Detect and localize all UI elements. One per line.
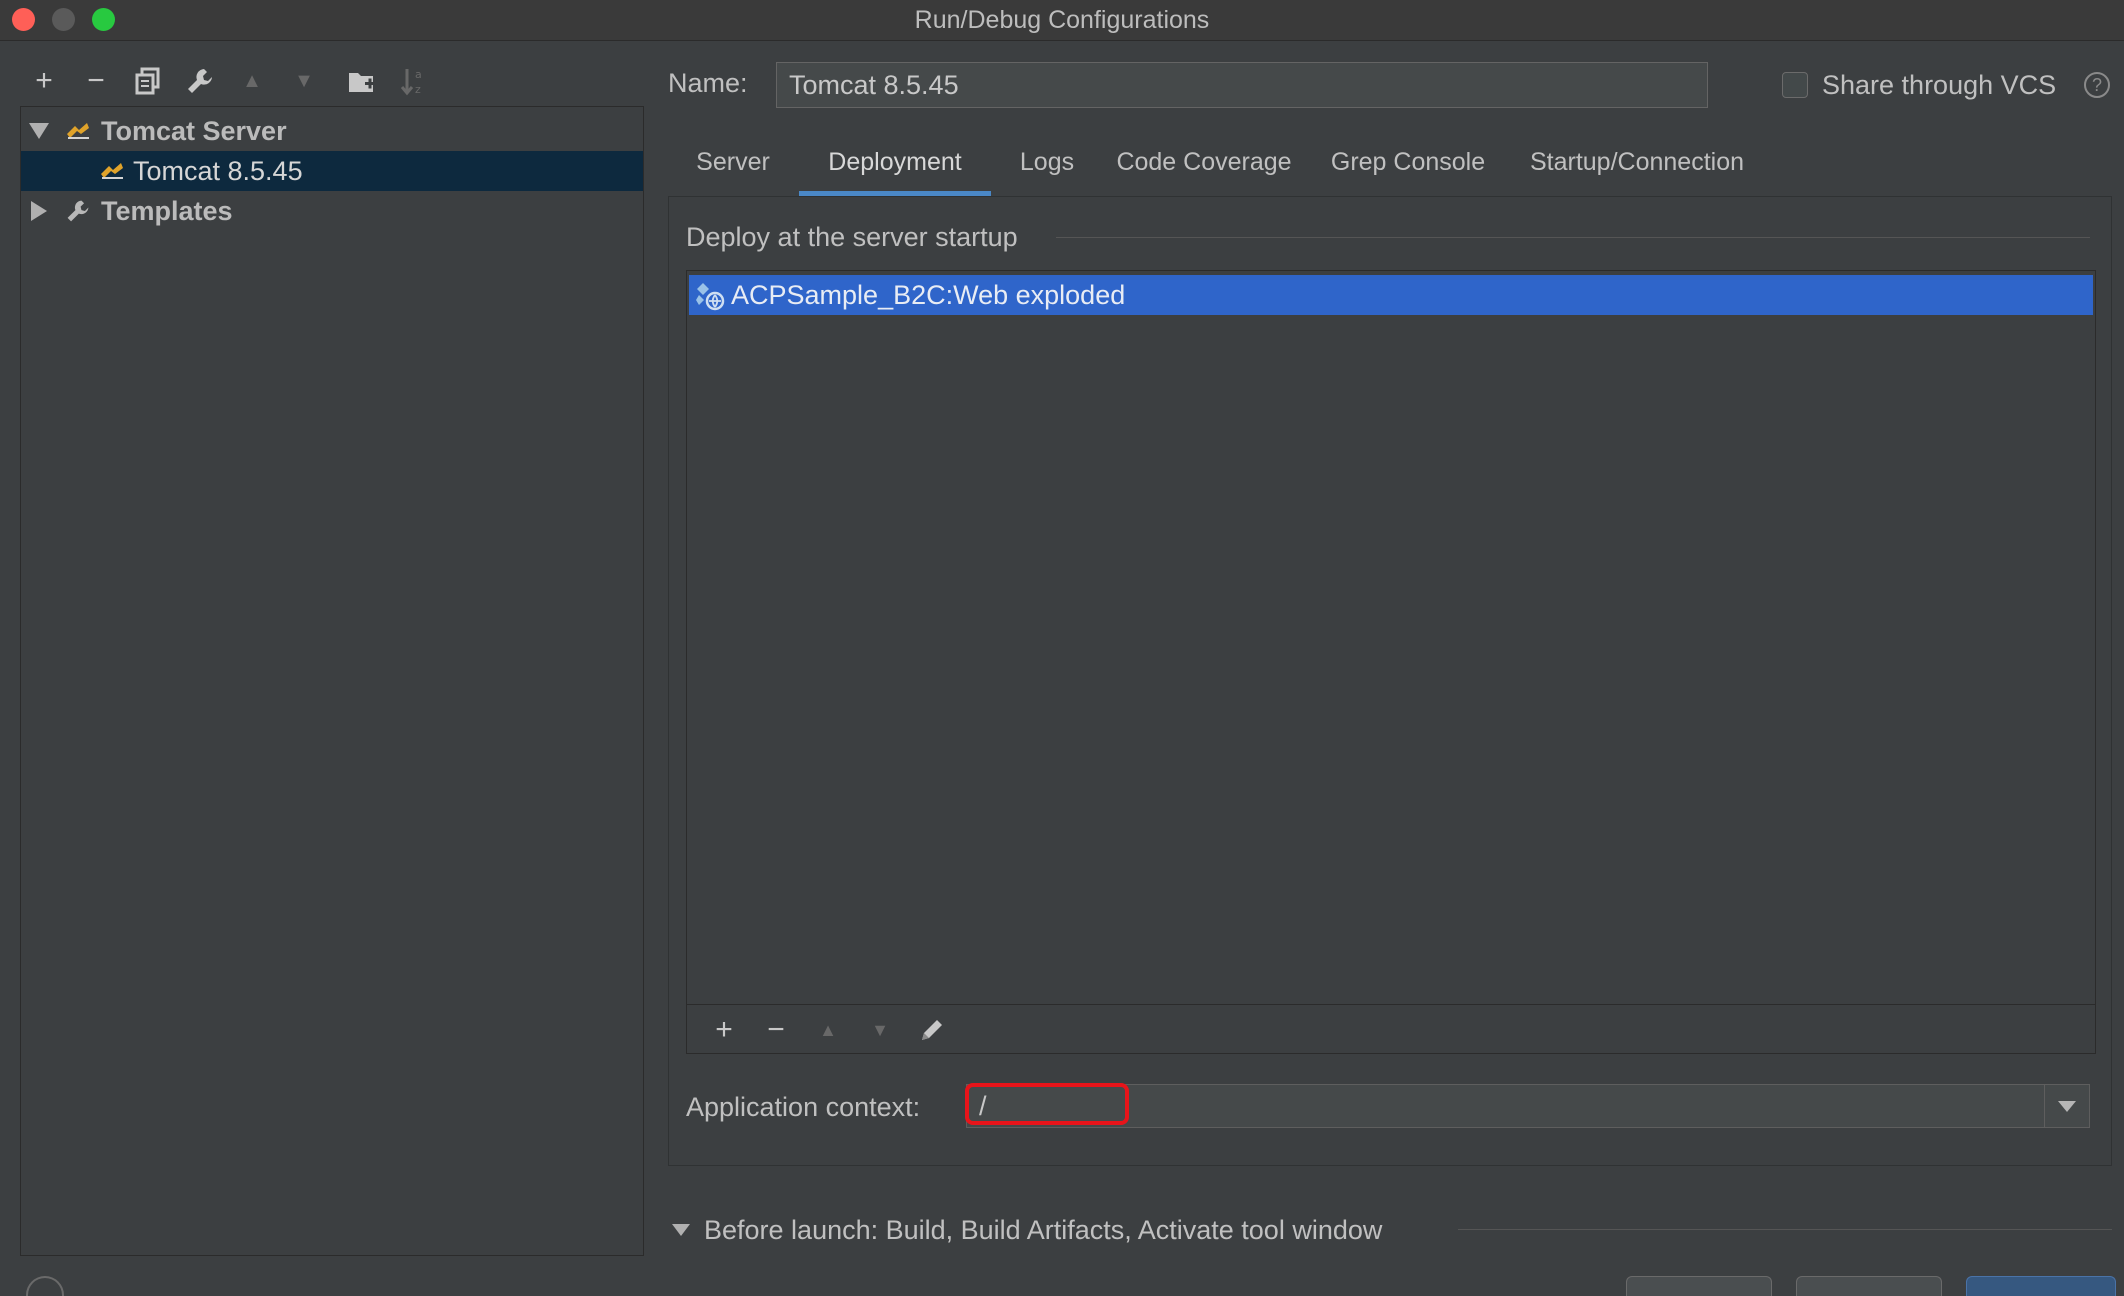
- title-bar: Run/Debug Configurations: [0, 0, 2124, 41]
- annotation-highlight: [965, 1083, 1129, 1125]
- share-vcs-checkbox[interactable]: [1782, 72, 1808, 98]
- help-icon[interactable]: ?: [2084, 72, 2110, 98]
- name-field[interactable]: Tomcat 8.5.45: [776, 62, 1708, 108]
- chevron-down-icon: [2058, 1100, 2076, 1112]
- tab-grep-console[interactable]: Grep Console: [1306, 140, 1510, 196]
- cancel-button[interactable]: [1626, 1276, 1772, 1296]
- move-down-artifact-button[interactable]: ▼: [860, 1005, 900, 1055]
- tab-code-coverage[interactable]: Code Coverage: [1102, 140, 1306, 196]
- edit-defaults-button[interactable]: [180, 58, 220, 104]
- tree-item-label: Tomcat Server: [101, 115, 287, 146]
- pencil-icon: [922, 1020, 942, 1040]
- move-up-button[interactable]: ▲: [232, 58, 272, 104]
- tomcat-icon: [65, 118, 91, 144]
- config-toolbar: + − ▲ ▼ az: [20, 58, 640, 104]
- tree-item-label: Tomcat 8.5.45: [133, 155, 303, 186]
- artifact-icon: [695, 281, 725, 316]
- edit-artifact-button[interactable]: [912, 1005, 952, 1055]
- tree-item-label: Templates: [101, 195, 233, 226]
- before-launch-divider: [1458, 1229, 2112, 1230]
- application-context-combo[interactable]: /: [965, 1083, 2090, 1128]
- before-launch-section[interactable]: Before launch: Build, Build Artifacts, A…: [672, 1214, 1382, 1246]
- window-title: Run/Debug Configurations: [914, 6, 1210, 34]
- tab-startup-connection[interactable]: Startup/Connection: [1510, 140, 1764, 196]
- copy-icon: [135, 67, 160, 95]
- tab-deployment[interactable]: Deployment: [799, 140, 991, 196]
- tree-item-templates[interactable]: Templates: [21, 191, 643, 231]
- wrench-icon: [65, 198, 91, 224]
- move-down-button[interactable]: ▼: [284, 58, 324, 104]
- sort-alpha-icon: az: [400, 68, 422, 96]
- tomcat-icon: [99, 158, 125, 184]
- remove-artifact-button[interactable]: −: [756, 1005, 796, 1055]
- tab-server[interactable]: Server: [668, 140, 798, 196]
- share-vcs-label[interactable]: Share through VCS: [1822, 70, 2056, 101]
- remove-config-button[interactable]: −: [76, 58, 116, 104]
- expand-arrow-icon[interactable]: [672, 1224, 690, 1236]
- application-context-dropdown-button[interactable]: [2044, 1085, 2089, 1127]
- add-artifact-button[interactable]: +: [704, 1005, 744, 1055]
- config-tree: Tomcat Server Tomcat 8.5.45 Templates: [20, 106, 644, 1256]
- deployment-list-toolbar: + − ▲ ▼: [686, 1004, 2096, 1054]
- list-item[interactable]: ACPSample_B2C:Web exploded: [689, 275, 2093, 315]
- section-divider: [1056, 237, 2090, 238]
- sort-button[interactable]: az: [394, 58, 434, 104]
- svg-text:z: z: [415, 83, 421, 96]
- application-context-label: Application context:: [686, 1092, 921, 1122]
- collapse-arrow-icon[interactable]: [31, 201, 47, 221]
- tab-logs[interactable]: Logs: [992, 140, 1102, 196]
- wrench-icon: [188, 69, 212, 93]
- apply-button[interactable]: [1796, 1276, 1942, 1296]
- deployment-list[interactable]: ACPSample_B2C:Web exploded: [686, 270, 2096, 1054]
- add-config-button[interactable]: +: [24, 58, 64, 104]
- move-up-artifact-button[interactable]: ▲: [808, 1005, 848, 1055]
- new-folder-button[interactable]: [342, 58, 382, 104]
- list-item-label: ACPSample_B2C:Web exploded: [731, 279, 1126, 310]
- expand-arrow-icon[interactable]: [29, 123, 49, 139]
- dialog-help-button[interactable]: [26, 1276, 64, 1296]
- tree-item-tomcat-server[interactable]: Tomcat Server: [21, 111, 643, 151]
- tree-item-tomcat-8545[interactable]: Tomcat 8.5.45: [21, 151, 643, 191]
- folder-plus-icon: [349, 73, 375, 92]
- svg-text:a: a: [415, 68, 422, 81]
- ok-button[interactable]: [1966, 1276, 2116, 1296]
- name-label: Name:: [668, 68, 748, 98]
- copy-config-button[interactable]: [128, 58, 168, 104]
- section-title: Deploy at the server startup: [686, 222, 1018, 252]
- before-launch-label: Before launch: Build, Build Artifacts, A…: [704, 1214, 1383, 1245]
